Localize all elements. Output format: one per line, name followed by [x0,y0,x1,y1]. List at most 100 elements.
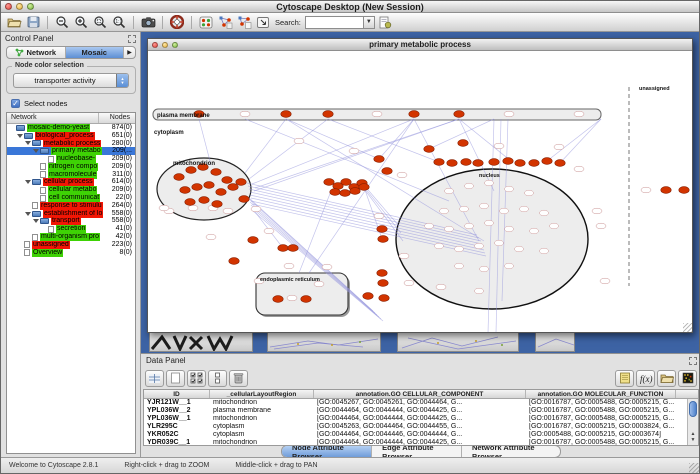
tree-row[interactable]: macromolecule311(0) [7,171,135,179]
tree-row[interactable]: unassigned223(0) [7,241,135,249]
network-node[interactable] [458,140,468,147]
tree-row[interactable]: response to stimulu264(0) [7,202,135,210]
tree-row[interactable]: Overview8(0) [7,249,135,257]
network-node[interactable] [378,280,388,287]
network-node-small[interactable] [404,280,414,286]
network-node[interactable] [379,295,389,302]
network-node[interactable] [330,189,340,196]
select-nodes-checkbox[interactable]: ✓ [11,99,20,108]
network-node[interactable] [409,111,419,118]
tree-expander-icon[interactable] [17,134,23,138]
network-node-small[interactable] [485,220,494,226]
zoom-selected-icon[interactable] [91,14,109,30]
network-node-small[interactable] [284,263,294,269]
layout-network-icon[interactable] [216,14,234,30]
annotation-icon[interactable] [254,14,272,30]
network-node-small[interactable] [349,148,359,154]
tree-row[interactable]: multi-organism pro42(0) [7,233,135,241]
network-node-small[interactable] [435,243,444,249]
network-node[interactable] [239,196,249,203]
network-node-small[interactable] [445,188,454,194]
network-node[interactable] [288,245,298,252]
network-node-small[interactable] [530,228,539,234]
network-node[interactable] [555,160,565,167]
tree-row[interactable]: cellular metabo209(0) [7,186,135,194]
network-node[interactable] [350,188,360,195]
network-node-small[interactable] [505,226,514,232]
network-node[interactable] [363,293,373,300]
network-node[interactable] [378,236,388,243]
window-titlebar[interactable]: Cytoscape Desktop (New Session) [1,1,699,13]
network-node-small[interactable] [425,223,434,229]
tree-row[interactable]: establishment of lo558(0) [7,210,135,218]
more-tabs-arrow-icon[interactable]: ▶ [124,47,135,58]
network-node[interactable] [377,270,387,277]
network-node-small[interactable] [223,208,233,214]
network-node-small[interactable] [397,172,407,178]
unselect-attributes-icon[interactable] [208,370,227,387]
network-node-small[interactable] [372,111,382,117]
window-resize-grip[interactable] [683,323,692,332]
tree-expander-icon[interactable] [25,141,31,145]
network-node[interactable] [236,179,246,186]
table-column-header[interactable]: _cellularLayoutRegion [210,390,314,398]
network-node-small[interactable] [504,111,514,117]
network-node[interactable] [447,160,457,167]
network-node[interactable] [222,177,232,184]
network-node[interactable] [461,159,471,166]
delete-attribute-icon[interactable] [229,370,248,387]
zoom-in-icon[interactable] [72,14,90,30]
network-node[interactable] [278,245,288,252]
network-node[interactable] [679,187,689,194]
network-node[interactable] [515,160,525,167]
tree-header[interactable]: Network Nodes [7,113,135,124]
network-node-small[interactable] [440,208,449,214]
network-node[interactable] [281,111,291,118]
network-node-small[interactable] [465,183,474,189]
notes-icon[interactable] [615,370,634,387]
network-node[interactable] [374,156,384,163]
tree-row[interactable]: metabolic process280(0) [7,140,135,148]
network-node-small[interactable] [485,180,494,186]
table-row[interactable]: YPL036W__2plasma membrane[GO:0044464, GO… [144,407,698,415]
network-node-small[interactable] [159,205,169,211]
network-node-small[interactable] [540,248,549,254]
network-node-small[interactable] [494,143,504,149]
network-node[interactable] [529,160,539,167]
network-node[interactable] [454,111,464,118]
network-node[interactable] [424,146,434,153]
network-node-small[interactable] [188,205,198,211]
network-node-small[interactable] [436,284,446,290]
network-node[interactable] [211,169,221,176]
search-input[interactable] [305,16,363,29]
network-node[interactable] [377,226,387,233]
network-node[interactable] [382,168,392,175]
snapshot-camera-icon[interactable] [139,14,157,30]
network-node-small[interactable] [460,206,469,212]
network-node-small[interactable] [206,234,216,240]
network-node-small[interactable] [641,187,651,193]
network-node[interactable] [273,296,283,303]
tree-row[interactable]: cellular process614(0) [7,179,135,187]
network-node-small[interactable] [240,111,250,117]
network-node-small[interactable] [480,266,489,272]
network-node-small[interactable] [475,288,484,294]
network-node-small[interactable] [475,243,484,249]
network-node[interactable] [503,158,513,165]
network-node-small[interactable] [600,278,610,284]
tree-row[interactable]: nucleobase-209(0) [7,155,135,163]
network-node-small[interactable] [554,144,564,150]
network-node[interactable] [216,189,226,196]
network-node[interactable] [174,174,184,181]
tree-row[interactable]: transport558(0) [7,218,135,226]
zoom-fit-icon[interactable]: 1:1 [110,14,128,30]
network-node-small[interactable] [596,223,606,229]
network-node[interactable] [212,201,222,208]
table-row[interactable]: YLR295Ccytoplasm[GO:0045263, GO:0044464,… [144,423,698,431]
network-node-small[interactable] [505,186,514,192]
network-node-small[interactable] [455,263,464,269]
network-node-small[interactable] [374,213,384,219]
network-node[interactable] [434,159,444,166]
node-color-dropdown[interactable]: transporter activity ▲▼ [13,73,129,88]
network-node[interactable] [301,296,311,303]
